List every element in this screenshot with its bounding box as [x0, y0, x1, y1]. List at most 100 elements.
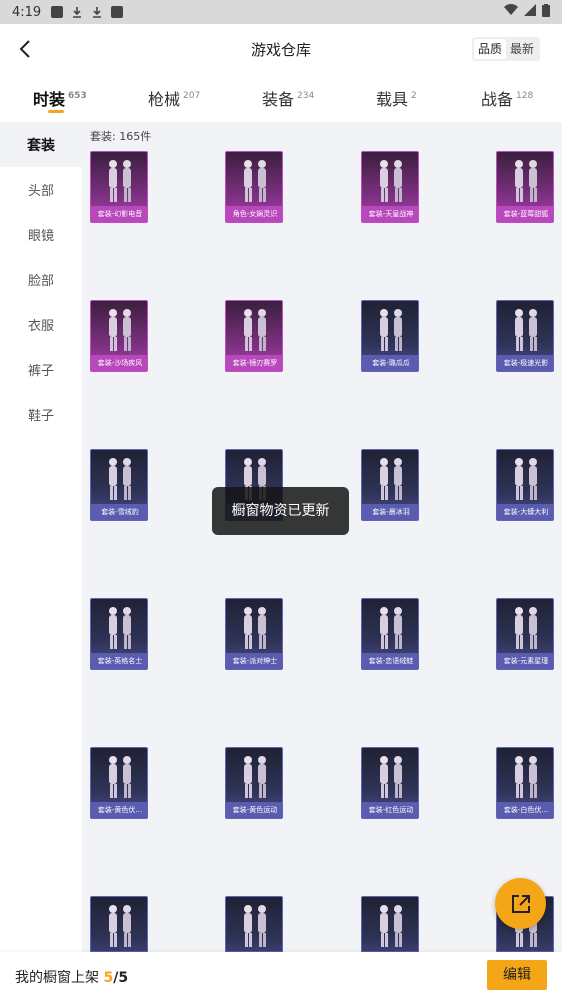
category-tabs: 时装 653 枪械 207 装备 234 载具 2 战备 128	[0, 74, 562, 120]
tab-count: 2	[411, 91, 417, 101]
outfit-item-name: 套装-天皇战神	[362, 206, 418, 222]
sort-option-quality[interactable]: 品质	[473, 39, 506, 59]
app-notification-icon	[51, 6, 64, 18]
outfit-item-card[interactable]: 套装-白色伏...	[496, 747, 554, 819]
outfit-item-name: 套装-派对绅士	[226, 653, 282, 669]
outfit-thumbnail	[497, 301, 553, 357]
outfit-item-name: 套装-蓝莓甜狐	[497, 206, 553, 222]
outfit-item-card[interactable]: 套装-蓝莓甜狐	[496, 151, 554, 223]
outfit-item-name: 套装-极速光影	[497, 355, 553, 371]
sort-toggle: 品质 最新	[471, 37, 540, 61]
outfit-item-card[interactable]: 套装-璐瓜瓜	[361, 300, 419, 372]
outfit-item-name: 套装-黄色伏...	[91, 802, 147, 818]
outfit-thumbnail	[226, 748, 282, 804]
battery-icon	[542, 3, 550, 21]
outfit-item-card[interactable]: 角色-女娲灵识	[225, 151, 283, 223]
outfit-thumbnail	[497, 599, 553, 655]
outfit-item-card[interactable]	[361, 896, 419, 952]
title-bar: 游戏仓库 品质 最新	[0, 24, 562, 74]
tab-equipment[interactable]: 装备 234	[262, 86, 314, 110]
outfit-item-name: 套装-雪绒豹	[91, 504, 147, 520]
sort-option-newest[interactable]: 最新	[506, 39, 538, 59]
showcase-total-count: 5	[118, 970, 129, 986]
download-icon	[91, 6, 103, 18]
category-sidebar: 套装 头部 眼镜 脸部 衣服 裤子 鞋子	[0, 122, 82, 952]
sidebar-item-glasses[interactable]: 眼镜	[0, 212, 82, 257]
app-notification-icon	[111, 6, 124, 18]
outfit-thumbnail	[362, 301, 418, 357]
sidebar-item-outfit[interactable]: 套装	[0, 122, 82, 167]
outfit-item-card[interactable]: 套装-晨冰羽	[361, 449, 419, 521]
active-tab-indicator	[48, 110, 64, 113]
bottom-bar: 我的橱窗上架 5/5 编辑	[0, 952, 562, 1000]
outfit-thumbnail	[362, 897, 418, 952]
outfit-item-card[interactable]: 套装-派对绅士	[225, 598, 283, 670]
outfit-thumbnail	[497, 152, 553, 208]
outfit-thumbnail	[226, 152, 282, 208]
download-icon	[71, 6, 83, 18]
showcase-current-count: 5	[103, 970, 114, 986]
share-button[interactable]	[495, 878, 546, 929]
outfit-item-name: 套装-晨冰羽	[362, 504, 418, 520]
outfit-item-name: 套装-璐瓜瓜	[362, 355, 418, 371]
outfit-item-name: 套装-大蟒大利	[497, 504, 553, 520]
back-button[interactable]	[14, 37, 38, 61]
outfit-item-name: 套装-白色伏...	[497, 802, 553, 818]
outfit-item-card[interactable]: 套装-英格名士	[90, 598, 148, 670]
tab-fashion[interactable]: 时装 653	[33, 86, 87, 110]
item-grid-panel: 套装: 165件 套装-幻影电音 角色-女娲灵识 套装-天皇战神 套装-蓝莓甜狐 套装-…	[82, 122, 562, 952]
outfit-item-name: 套装-恋语绒蛙	[362, 653, 418, 669]
outfit-item-name: 套装-镜刃赛罗	[226, 355, 282, 371]
outfit-thumbnail	[91, 301, 147, 357]
tab-vehicles[interactable]: 载具 2	[376, 86, 417, 110]
outfit-item-card[interactable]: 套装-元素星瑾	[496, 598, 554, 670]
outfit-thumbnail	[362, 152, 418, 208]
external-link-icon	[511, 894, 530, 913]
outfit-item-card[interactable]: 套装-极速光影	[496, 300, 554, 372]
outfit-thumbnail	[362, 450, 418, 506]
tab-label: 装备	[262, 90, 295, 109]
outfit-item-card[interactable]: 套装-幻影电音	[90, 151, 148, 223]
sidebar-item-pants[interactable]: 裤子	[0, 347, 82, 392]
outfit-thumbnail	[91, 152, 147, 208]
tab-label: 枪械	[148, 90, 181, 109]
tab-count: 128	[516, 91, 534, 101]
outfit-item-name: 套装-幻影电音	[91, 206, 147, 222]
tab-label: 战备	[481, 90, 514, 109]
tab-label: 载具	[376, 90, 409, 109]
outfit-thumbnail	[497, 450, 553, 506]
tab-firearms[interactable]: 枪械 207	[148, 86, 200, 110]
sidebar-item-face[interactable]: 脸部	[0, 257, 82, 302]
outfit-thumbnail	[362, 599, 418, 655]
outfit-item-card[interactable]: 套装-大蟒大利	[496, 449, 554, 521]
outfit-item-card[interactable]: 套装-黄色伏...	[90, 747, 148, 819]
tab-count: 653	[68, 91, 87, 101]
outfit-item-card[interactable]: 套装-红色运动	[361, 747, 419, 819]
sidebar-item-clothes[interactable]: 衣服	[0, 302, 82, 347]
signal-icon	[524, 4, 536, 20]
outfit-item-card[interactable]: 套装-镜刃赛罗	[225, 300, 283, 372]
outfit-item-name: 套装-沙场疾风	[91, 355, 147, 371]
outfit-thumbnail	[91, 748, 147, 804]
tab-supplies[interactable]: 战备 128	[481, 86, 533, 110]
outfit-item-name: 套装-英格名士	[91, 653, 147, 669]
sidebar-item-head[interactable]: 头部	[0, 167, 82, 212]
outfit-thumbnail	[91, 897, 147, 952]
outfit-item-name: 套装-红色运动	[362, 802, 418, 818]
outfit-item-name: 套装-黄色运动	[226, 802, 282, 818]
outfit-item-card[interactable]: 套装-天皇战神	[361, 151, 419, 223]
toast-message: 橱窗物资已更新	[212, 487, 349, 535]
outfit-item-card[interactable]: 套装-雪绒豹	[90, 449, 148, 521]
outfit-item-card[interactable]: 套装-沙场疾风	[90, 300, 148, 372]
outfit-item-card[interactable]: 套装-黄色运动	[225, 747, 283, 819]
outfit-item-card[interactable]	[90, 896, 148, 952]
sidebar-item-shoes[interactable]: 鞋子	[0, 392, 82, 437]
outfit-thumbnail	[362, 748, 418, 804]
tab-count: 234	[297, 91, 315, 101]
outfit-item-card[interactable]: 套装-恋语绒蛙	[361, 598, 419, 670]
outfit-item-card[interactable]	[225, 896, 283, 952]
edit-button[interactable]: 编辑	[487, 960, 547, 990]
outfit-item-name: 套装-元素星瑾	[497, 653, 553, 669]
item-count-label: 套装: 165件	[90, 130, 152, 143]
outfit-thumbnail	[226, 301, 282, 357]
